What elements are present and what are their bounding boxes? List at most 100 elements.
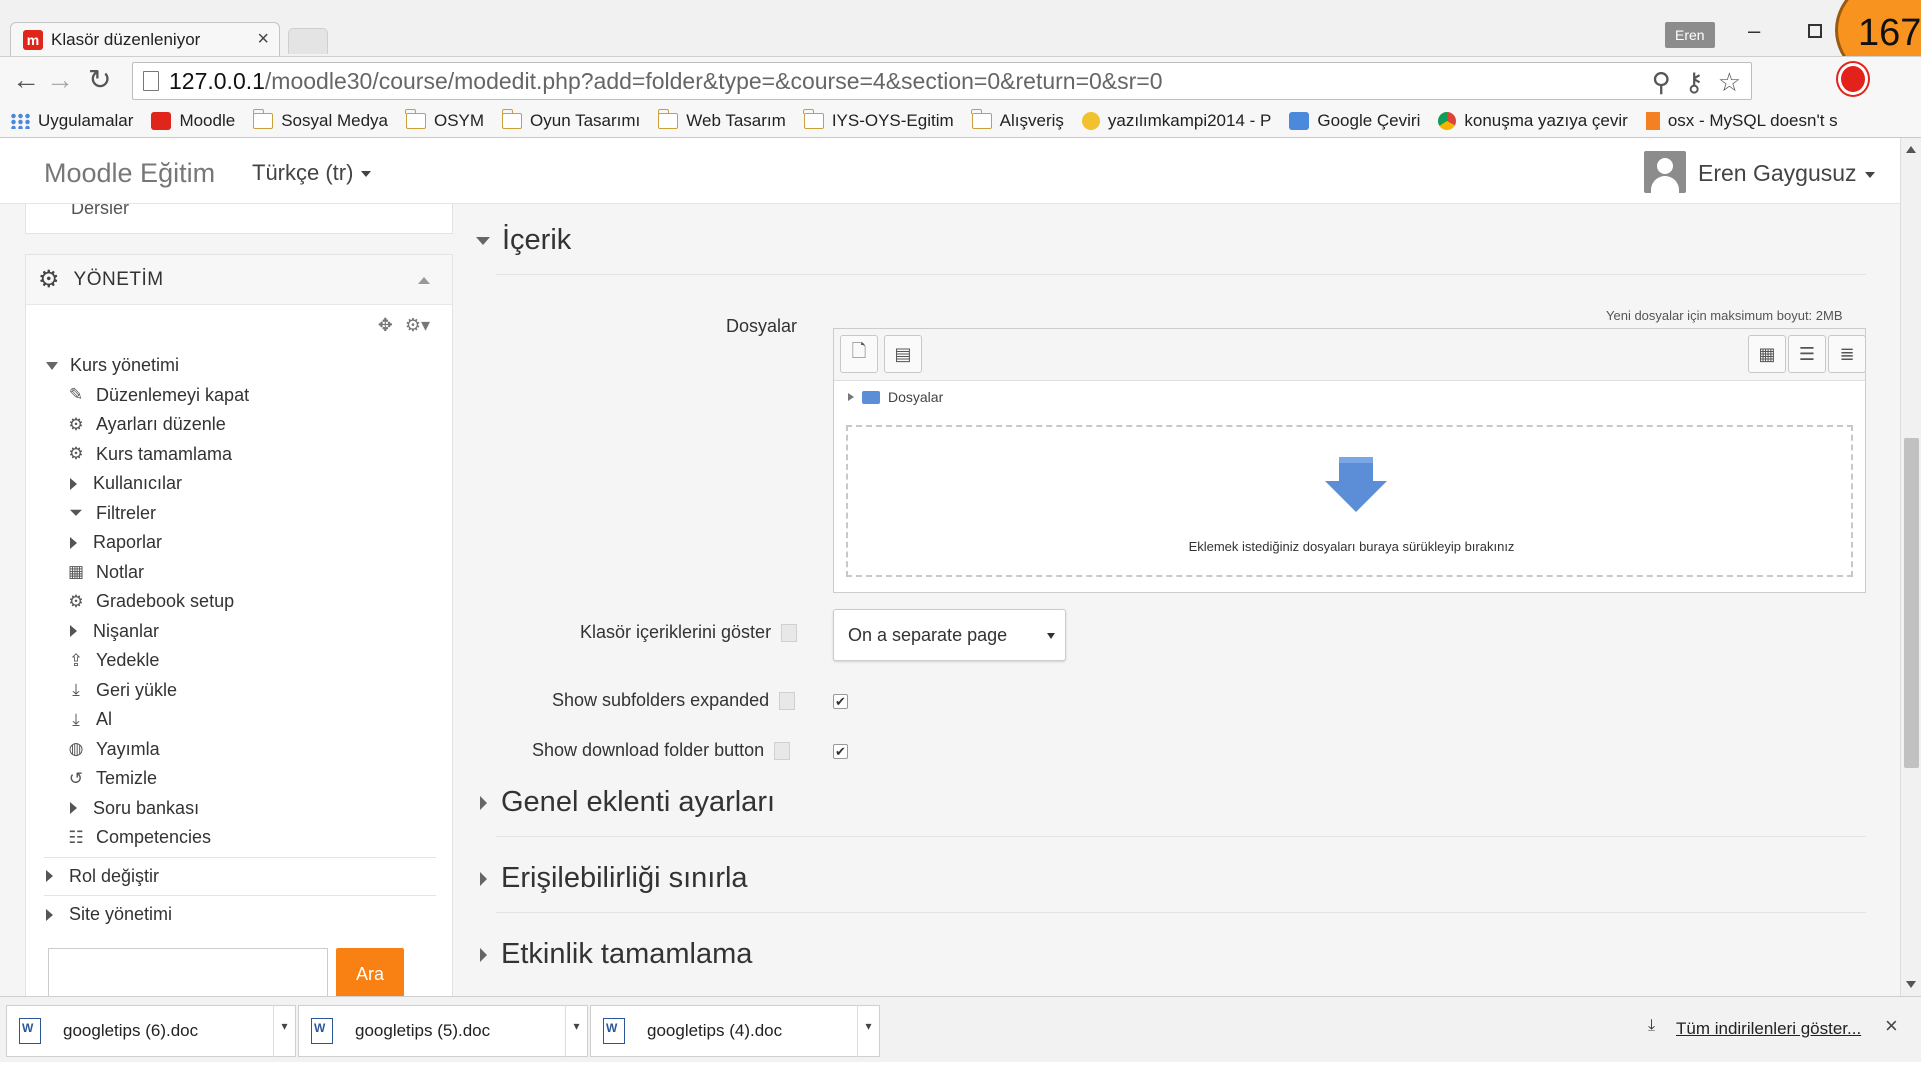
- sidebar-item-publish[interactable]: ◍ Yayımla: [26, 735, 454, 765]
- minimize-icon[interactable]: –: [1748, 18, 1760, 44]
- sidebar-item-question-bank[interactable]: Soru bankası: [26, 794, 454, 824]
- admin-search-input[interactable]: [48, 948, 328, 996]
- search-button[interactable]: Ara: [336, 948, 404, 996]
- download-item[interactable]: googletips (6).doc ▾: [6, 1005, 296, 1057]
- avatar[interactable]: [1644, 151, 1686, 193]
- chevron-down-icon[interactable]: ▾: [273, 1005, 295, 1057]
- bookmark-folder[interactable]: OSYM: [405, 108, 484, 131]
- bookmark-konusma[interactable]: konuşma yazıya çevir: [1438, 111, 1628, 131]
- tree-root-site-admin[interactable]: Site yönetimi: [26, 900, 454, 930]
- back-arrow-icon[interactable]: ←: [12, 65, 40, 95]
- sidebar-item-reset[interactable]: ↺ Temizle: [26, 764, 454, 794]
- sidebar-item-import[interactable]: ⤓ Al: [26, 705, 454, 735]
- close-icon[interactable]: ×: [1885, 1013, 1898, 1039]
- site-brand[interactable]: Moodle Eğitim: [44, 158, 215, 189]
- bookmark-folder[interactable]: Web Tasarım: [657, 108, 786, 131]
- sidebar-item-filters[interactable]: ⏷ Filtreler: [26, 499, 454, 529]
- restore-icon[interactable]: [1808, 24, 1822, 38]
- main-form: İçerik Dosyalar Yeni dosyalar için maksi…: [476, 204, 1876, 996]
- sidebar-item-restore[interactable]: ⤓ Geri yükle: [26, 676, 454, 706]
- block-tools: ✥ ⚙▾: [378, 315, 430, 336]
- block-settings-icon[interactable]: ⚙▾: [405, 315, 430, 336]
- word-doc-icon: [311, 1018, 333, 1044]
- help-icon[interactable]: [781, 624, 798, 643]
- forward-arrow-icon[interactable]: →: [46, 65, 74, 95]
- tree-root-switch-role[interactable]: Rol değiştir: [26, 862, 454, 892]
- folder-icon: [252, 108, 274, 129]
- help-icon[interactable]: [779, 692, 796, 711]
- file-manager: 🗋 ▤ ▦ ☰ ≣ Dosyalar Eklemek istediğiniz d…: [833, 328, 1866, 593]
- sidebar-item-backup[interactable]: ⇪ Yedekle: [26, 646, 454, 676]
- chevron-down-icon[interactable]: ▾: [565, 1005, 587, 1057]
- subfolders-label: Show subfolders expanded: [552, 690, 796, 711]
- section-content-header[interactable]: İçerik: [476, 224, 571, 257]
- page-scrollbar[interactable]: [1900, 138, 1921, 996]
- list-view-icon[interactable]: ☰: [1788, 335, 1826, 373]
- sidebar-item-settings[interactable]: ⚙ Ayarları düzenle: [26, 410, 454, 440]
- globe-icon: ◍: [68, 739, 84, 759]
- collapsed-arrow-icon: [70, 536, 77, 549]
- bookmark-moodle[interactable]: Moodle: [151, 111, 235, 131]
- browser-tab-active[interactable]: m Klasör düzenleniyor ×: [10, 22, 280, 56]
- chevron-down-icon[interactable]: ▾: [857, 1005, 879, 1057]
- reload-icon[interactable]: ↻: [88, 65, 111, 95]
- scrollbar-thumb[interactable]: [1904, 438, 1919, 768]
- scroll-down-icon[interactable]: [1906, 981, 1916, 988]
- bookmark-folder[interactable]: IYS-OYS-Egitim: [803, 108, 954, 131]
- extension-icon[interactable]: [1838, 63, 1868, 95]
- download-button-checkbox[interactable]: ✔: [833, 744, 848, 759]
- bookmark-google-translate[interactable]: Google Çeviri: [1289, 111, 1420, 131]
- sidebar-item-completion[interactable]: ⚙ Kurs tamamlama: [26, 440, 454, 470]
- sidebar-item-badges[interactable]: Nişanlar: [26, 617, 454, 647]
- file-path[interactable]: Dosyalar: [834, 381, 1865, 413]
- address-bar[interactable]: 127.0.0.1/moodle30/course/modedit.php?ad…: [132, 62, 1752, 100]
- zoom-icon[interactable]: ⚲: [1652, 67, 1671, 98]
- download-arrow-icon: ⤓: [1648, 1017, 1656, 1034]
- sidebar-item-courses[interactable]: Dersler: [71, 204, 129, 219]
- bookmark-star-icon[interactable]: ☆: [1718, 67, 1741, 98]
- section-activity-completion[interactable]: Etkinlik tamamlama: [476, 938, 752, 971]
- create-folder-icon[interactable]: ▤: [884, 335, 922, 373]
- bookmark-yazilimkampi[interactable]: yazılımkampi2014 - P: [1081, 111, 1271, 131]
- profile-button[interactable]: Eren: [1665, 22, 1715, 48]
- bookmark-folder[interactable]: Oyun Tasarımı: [501, 108, 640, 131]
- user-menu[interactable]: Eren Gaygusuz: [1698, 160, 1875, 187]
- section-restrict-access[interactable]: Erişilebilirliği sınırla: [476, 862, 748, 895]
- grid-view-icon[interactable]: ▦: [1748, 335, 1786, 373]
- help-icon[interactable]: [774, 742, 791, 761]
- language-menu[interactable]: Türkçe (tr): [252, 160, 372, 186]
- reset-icon: ↺: [68, 768, 84, 788]
- sidebar-item-reports[interactable]: Raporlar: [26, 528, 454, 558]
- file-dropzone[interactable]: Eklemek istediğiniz dosyaları buraya sür…: [846, 425, 1853, 577]
- new-tab-button[interactable]: [288, 28, 328, 54]
- download-button-label: Show download folder button: [532, 740, 791, 761]
- download-icon: ⤓: [72, 680, 80, 700]
- drop-arrow-icon: [1325, 457, 1387, 512]
- scroll-up-icon[interactable]: [1906, 146, 1916, 153]
- tree-root-course-admin[interactable]: Kurs yönetimi: [26, 351, 454, 381]
- bookmark-stackoverflow[interactable]: osx - MySQL doesn't s: [1645, 111, 1838, 131]
- collapse-icon[interactable]: [418, 277, 430, 284]
- key-icon[interactable]: ⚷: [1685, 67, 1704, 98]
- display-select[interactable]: On a separate page: [833, 609, 1066, 661]
- sidebar-item-gradebook-setup[interactable]: ⚙ Gradebook setup: [26, 587, 454, 617]
- folder-icon: [405, 108, 426, 129]
- section-general-plugin-settings[interactable]: Genel eklenti ayarları: [476, 786, 775, 819]
- tab-close-icon[interactable]: ×: [257, 28, 269, 51]
- move-icon[interactable]: ✥: [378, 315, 393, 336]
- apps-icon: [10, 112, 30, 129]
- download-item[interactable]: googletips (4).doc ▾: [590, 1005, 880, 1057]
- show-all-downloads-link[interactable]: Tüm indirilenleri göster...: [1676, 1019, 1861, 1039]
- download-item[interactable]: googletips (5).doc ▾: [298, 1005, 588, 1057]
- word-doc-icon: [19, 1018, 41, 1044]
- bookmark-folder[interactable]: Alışveriş: [971, 108, 1064, 131]
- subfolders-checkbox[interactable]: ✔: [833, 694, 848, 709]
- sidebar-item-competencies[interactable]: ☷ Competencies: [26, 823, 454, 853]
- bookmark-apps[interactable]: Uygulamalar: [10, 111, 133, 131]
- tree-view-icon[interactable]: ≣: [1828, 335, 1866, 373]
- sidebar-item-users[interactable]: Kullanıcılar: [26, 469, 454, 499]
- bookmark-folder[interactable]: Sosyal Medya: [252, 108, 388, 131]
- sidebar-item-edit-off[interactable]: ✎ Düzenlemeyi kapat: [26, 381, 454, 411]
- sidebar-item-grades[interactable]: ▦ Notlar: [26, 558, 454, 588]
- add-file-icon[interactable]: 🗋: [840, 335, 878, 373]
